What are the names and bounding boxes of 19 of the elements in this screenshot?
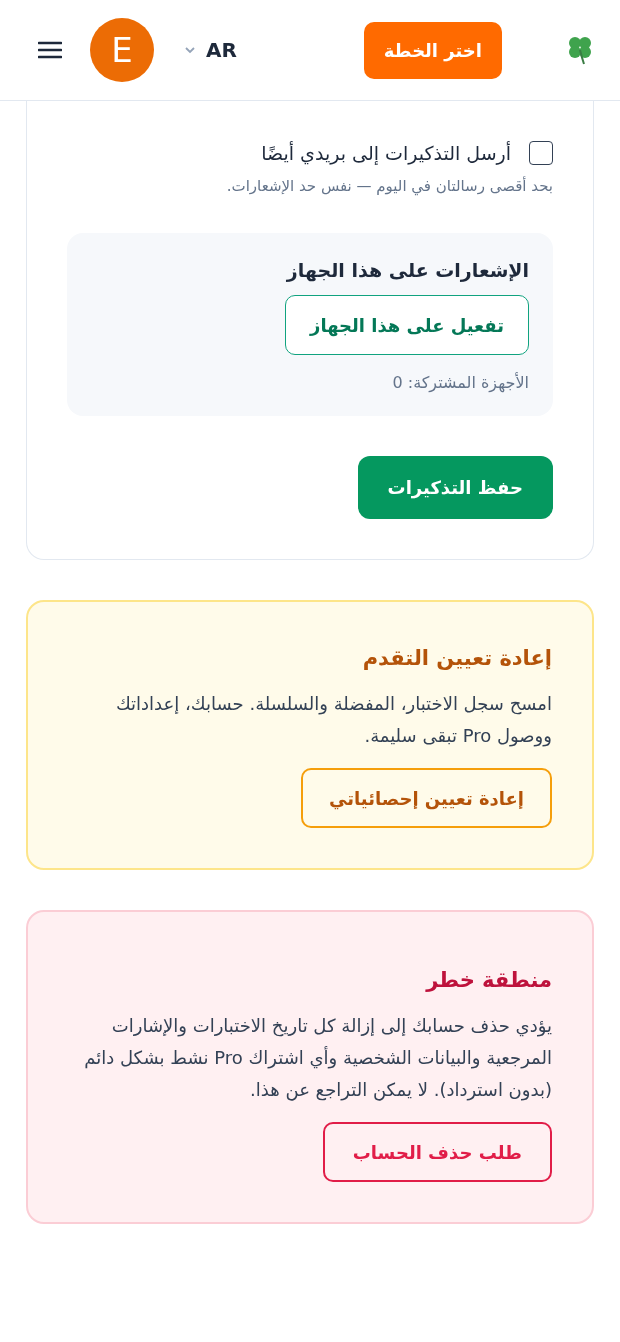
language-selector[interactable]: AR bbox=[184, 38, 237, 62]
choose-plan-button[interactable]: اختر الخطة bbox=[363, 21, 502, 79]
reset-button[interactable]: إعادة تعيين إحصائياتي bbox=[301, 768, 552, 828]
device-count: الأجهزة المشتركة: 0 bbox=[392, 373, 529, 392]
hint-text: بحد أقصى رسالتان في اليوم — نفس حد الإشعارات. bbox=[226, 177, 553, 195]
card-text: يؤدي حذف حسابك إلى إزالة كل تاريخ الاختبارات والإشارات المرجعية والبيانات الشخصية وأي اشتراك Pro نشط بشكل دائم (بدون استرداد). لا يمكن التراجع عن هذا. bbox=[83, 1014, 552, 1103]
menu-icon[interactable] bbox=[38, 41, 62, 59]
card-text: امسح سجل الاختبار، المفضلة والسلسلة. حسابك، إعداداتك ووصول Pro تبقى سليمة. bbox=[114, 692, 552, 749]
panel-title: الإشعارات على هذا الجهاز bbox=[286, 259, 529, 281]
email-checkbox[interactable] bbox=[529, 141, 553, 165]
card-title: إعادة تعيين التقدم bbox=[362, 646, 552, 670]
enable-button[interactable]: تفعيل على هذا الجهاز bbox=[285, 295, 529, 355]
clover-icon[interactable] bbox=[566, 34, 594, 66]
chevron-down-icon bbox=[184, 46, 196, 54]
delete-account-button[interactable]: طلب حذف الحساب bbox=[322, 1122, 552, 1182]
card-title: منطقة خطر bbox=[426, 968, 552, 992]
checkbox-label: أرسل التذكيرات إلى بريدي أيضًا bbox=[261, 142, 511, 164]
avatar[interactable]: E bbox=[90, 18, 154, 82]
save-button[interactable]: حفظ التذكيرات bbox=[357, 456, 553, 519]
